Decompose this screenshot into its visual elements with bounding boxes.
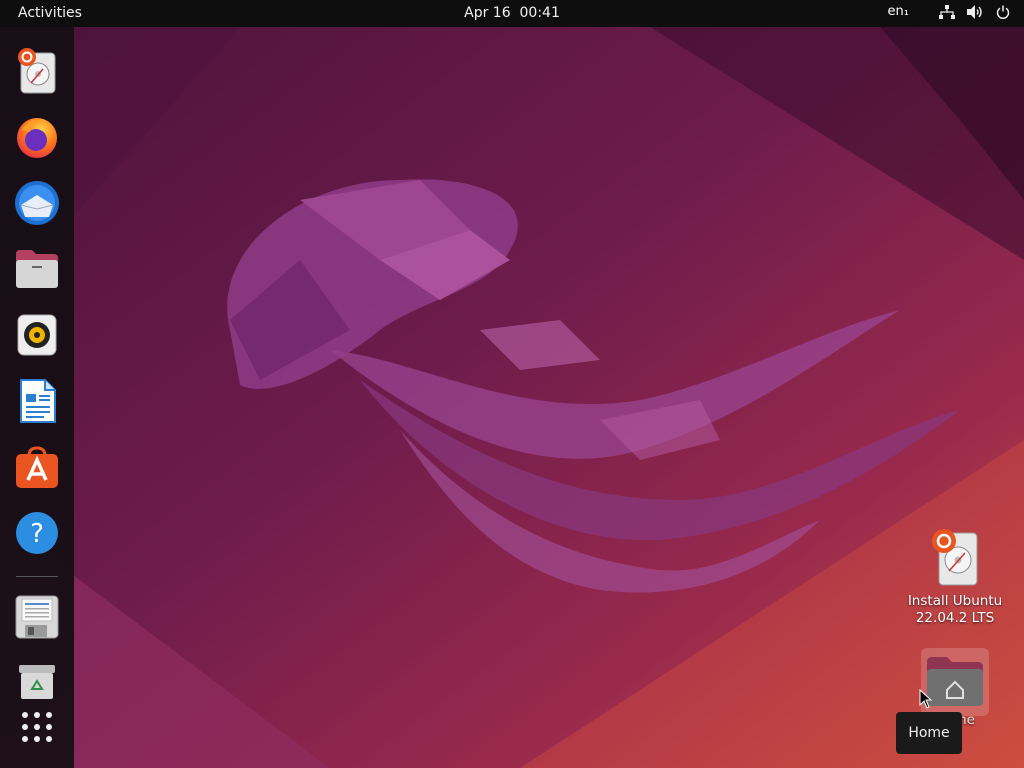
dock-item-installer[interactable] <box>13 47 61 95</box>
files-icon <box>16 250 58 288</box>
dock-item-help[interactable]: ? <box>13 509 61 557</box>
writer-icon <box>20 379 56 423</box>
installer-icon <box>932 529 978 586</box>
dock: ? <box>0 27 74 768</box>
dock-item-software[interactable] <box>13 443 61 491</box>
app-grid-icon <box>22 712 52 742</box>
help-icon: ? <box>16 512 58 554</box>
software-icon <box>16 446 58 488</box>
keyboard-layout-indicator[interactable]: en₁ <box>888 4 909 19</box>
home-tooltip: Home <box>896 712 962 754</box>
clock-button[interactable]: Apr 16 00:41 <box>464 5 560 21</box>
desktop-wallpaper[interactable] <box>0 0 1024 768</box>
dock-item-show-applications[interactable] <box>13 703 61 751</box>
system-tray[interactable]: en₁ <box>888 4 1010 19</box>
top-bar: Activities Apr 16 00:41 en₁ <box>0 0 1024 27</box>
dock-item-trash[interactable] <box>13 657 61 705</box>
dock-separator <box>16 576 58 577</box>
dock-item-rhythmbox[interactable] <box>13 311 61 359</box>
network-icon[interactable] <box>939 4 955 19</box>
installer-icon <box>18 48 56 94</box>
power-icon[interactable] <box>996 5 1010 19</box>
dock-item-writer[interactable] <box>13 377 61 425</box>
rhythmbox-icon <box>17 314 57 356</box>
clock: Apr 16 00:41 <box>0 5 1024 21</box>
home-folder-icon <box>927 657 983 706</box>
firefox-icon <box>17 118 57 158</box>
mouse-cursor-icon <box>919 689 933 709</box>
floppy-icon <box>15 595 59 639</box>
dock-item-save[interactable] <box>13 593 61 641</box>
dock-item-firefox[interactable] <box>13 113 61 161</box>
volume-icon[interactable] <box>967 4 984 19</box>
clock-time: 00:41 <box>519 5 560 21</box>
install-ubuntu-label-line1: Install Ubuntu <box>907 593 1003 609</box>
activities-button[interactable]: Activities <box>18 5 82 21</box>
desktop-icon-install-ubuntu[interactable]: Install Ubuntu 22.04.2 LTS <box>900 527 1010 627</box>
dock-item-files[interactable] <box>13 245 61 293</box>
svg-text:?: ? <box>30 519 44 549</box>
thunderbird-icon <box>15 181 59 225</box>
trash-icon <box>19 665 55 699</box>
clock-date: Apr 16 <box>464 5 511 21</box>
dock-item-thunderbird[interactable] <box>13 179 61 227</box>
install-ubuntu-label-line2: 22.04.2 LTS <box>915 610 995 626</box>
